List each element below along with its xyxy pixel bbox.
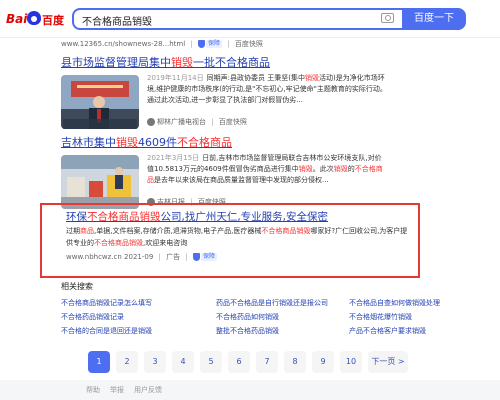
related-link[interactable]: 药品不合格品是自行销毁还是报公司	[216, 298, 328, 308]
search-input[interactable]: 不合格商品销毁	[82, 13, 152, 28]
related-link[interactable]: 产品不合格客户要求销毁	[349, 326, 426, 336]
related-link[interactable]: 不合格商品销毁记录怎么填写	[61, 298, 152, 308]
result-abstract: 2019年11月14日 同期声:县政协委员 王秉坚(集中销毁活动)是为净化市场环境…	[147, 74, 387, 104]
snapshot-link[interactable]: 百度快照	[219, 118, 247, 126]
pagination: 1 2 3 4 5 6 7 8 9 10 下一页 >	[88, 351, 478, 373]
footer: 帮助 举报 用户反馈	[0, 380, 500, 400]
related-link[interactable]: 不合格品自查如何做销毁处理	[349, 298, 440, 308]
ad-url-line: www.nbhcwz.cn 2021-09 | 广告 | 保障	[66, 253, 217, 261]
shield-icon	[197, 40, 205, 48]
result-title[interactable]: 吉林市集中销毁4609件不合格商品	[61, 136, 461, 150]
baidu-logo[interactable]: Bai 百度	[6, 9, 64, 29]
separator: |	[190, 40, 193, 48]
ad-abstract: 过期商品,单据,文件档案,存储介质,退滞货物,电子产品,医疗器械不合格商品销毁哪…	[66, 227, 408, 247]
separator: |	[227, 40, 230, 48]
page-10[interactable]: 10	[340, 351, 362, 373]
ad-url[interactable]: www.nbhcwz.cn 2021-09	[66, 253, 153, 261]
logo-text-baidu: 百度	[42, 14, 64, 27]
guarantee-badge[interactable]: 保障	[205, 40, 222, 48]
search-button[interactable]: 百度一下	[402, 8, 466, 30]
page-1[interactable]: 1	[88, 351, 110, 373]
footer-feedback-link[interactable]: 用户反馈	[134, 385, 162, 395]
shield-icon	[192, 253, 200, 261]
result-abstract: 2021年3月15日 日前,吉林市市场监督管理局联合吉林市公安环境支队,对价值10…	[147, 154, 383, 184]
page-3[interactable]: 3	[144, 351, 166, 373]
result-item: 县市场监督管理局集中销毁一批不合格商品 2019年11月14日 同期声:县政协委员…	[61, 56, 461, 133]
page-7[interactable]: 7	[256, 351, 278, 373]
result-url-line: www.12365.cn/shownews-28...html | 保障 | 百…	[61, 38, 263, 50]
snapshot-link[interactable]: 百度快照	[235, 40, 263, 48]
paw-icon	[27, 11, 41, 25]
camera-icon[interactable]	[381, 13, 394, 23]
related-link[interactable]: 不合格烟花爆竹销毁	[349, 312, 412, 322]
related-link[interactable]: 整批不合格药品销毁	[216, 326, 279, 336]
result-title[interactable]: 县市场监督管理局集中销毁一批不合格商品	[61, 56, 461, 70]
related-link[interactable]: 不合格药品销毁记录	[61, 312, 124, 322]
result-item: 吉林市集中销毁4609件不合格商品 2021年3月15日 日前,吉林市市场监督管理…	[61, 136, 461, 213]
related-link[interactable]: 不合格药品如何销毁	[216, 312, 279, 322]
footer-help-link[interactable]: 帮助	[86, 385, 100, 395]
related-searches: 相关搜索 不合格商品销毁记录怎么填写 药品不合格品是自行销毁还是报公司 不合格品…	[61, 281, 481, 346]
guarantee-badge[interactable]: 保障	[200, 253, 217, 261]
page-9[interactable]: 9	[312, 351, 334, 373]
footer-report-link[interactable]: 举报	[110, 385, 124, 395]
source-icon	[147, 118, 155, 126]
next-page-button[interactable]: 下一页 >	[368, 351, 408, 373]
page-8[interactable]: 8	[284, 351, 306, 373]
result-url[interactable]: www.12365.cn/shownews-28...html	[61, 40, 185, 48]
logo-text-bai: Bai	[6, 12, 28, 26]
page-2[interactable]: 2	[116, 351, 138, 373]
page-5[interactable]: 5	[200, 351, 222, 373]
related-heading: 相关搜索	[61, 282, 93, 291]
page-6[interactable]: 6	[228, 351, 250, 373]
ad-title[interactable]: 环保不合格商品销毁公司,找广州天仁,专业服务,安全保密	[66, 210, 328, 224]
result-thumbnail[interactable]	[61, 155, 139, 209]
result-source: 柳林广播电视台 | 百度快照	[147, 117, 247, 127]
search-box[interactable]: 不合格商品销毁	[72, 8, 402, 30]
related-link[interactable]: 不合格的合同是退回还是销毁	[61, 326, 152, 336]
ad-label: 广告	[166, 253, 181, 261]
top-bar: Bai 百度 不合格商品销毁 百度一下	[0, 0, 500, 38]
page-4[interactable]: 4	[172, 351, 194, 373]
ad-result: 环保不合格商品销毁公司,找广州天仁,专业服务,安全保密 过期商品,单据,文件档案…	[40, 203, 420, 278]
result-thumbnail[interactable]	[61, 75, 139, 129]
